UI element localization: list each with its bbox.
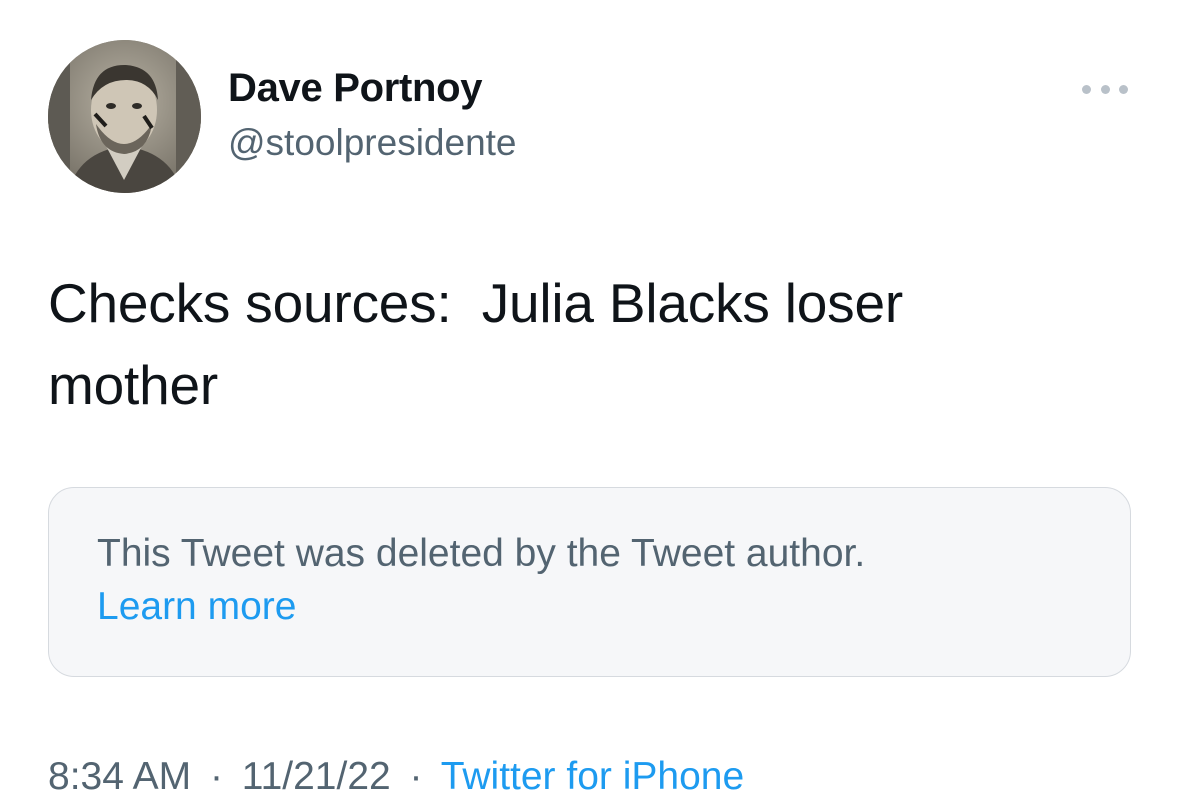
more-dot <box>1082 84 1091 94</box>
author-handle[interactable]: @stoolpresidente <box>228 122 517 164</box>
avatar-photo <box>48 40 201 193</box>
deleted-message: This Tweet was deleted by the Tweet auth… <box>97 532 866 575</box>
tweet-time[interactable]: 8:34 AM <box>48 755 191 798</box>
more-dot <box>1100 84 1110 94</box>
separator: · <box>209 755 223 798</box>
avatar[interactable] <box>48 40 201 193</box>
separator: · <box>409 755 423 798</box>
deleted-quote-tweet: This Tweet was deleted by the Tweet auth… <box>48 487 1131 677</box>
tweet-source-link[interactable]: Twitter for iPhone <box>441 755 744 798</box>
tweet-text: Checks sources: Julia Blacks loser mothe… <box>48 272 903 416</box>
learn-more-link[interactable]: Learn more <box>97 585 296 629</box>
author-name[interactable]: Dave Portnoy <box>228 66 483 111</box>
tweet-card: Dave Portnoy @stoolpresidente Checks sou… <box>0 0 1179 810</box>
tweet-metadata: 8:34 AM · 11/21/22 · Twitter for iPhone <box>48 755 744 799</box>
more-dot <box>1119 84 1128 94</box>
more-options-button[interactable] <box>1082 78 1128 100</box>
tweet-date[interactable]: 11/21/22 <box>242 755 391 798</box>
